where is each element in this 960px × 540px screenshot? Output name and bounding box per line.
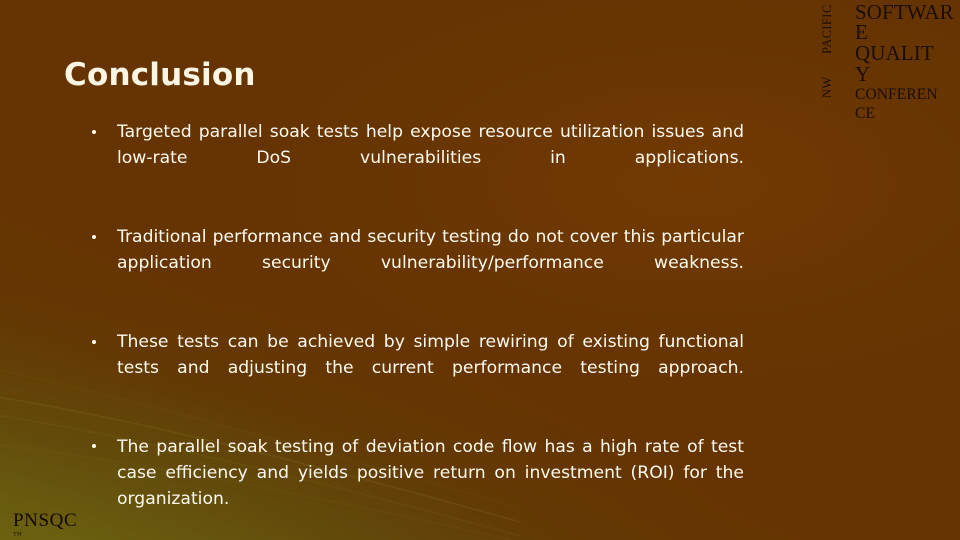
bullet-marker-icon (92, 339, 96, 344)
list-item: The parallel soak testing of deviation c… (86, 434, 744, 539)
conference-logo: PACIFIC NW SOFTWAR E QUALIT Y CONFEREN C… (820, 0, 960, 150)
conference-logo-line-3: QUALIT (855, 40, 934, 65)
bullet-list: Targeted parallel soak tests help expose… (86, 119, 744, 539)
presentation-slide: Conclusion Targeted parallel soak tests … (0, 0, 960, 540)
list-item: Traditional performance and security tes… (86, 224, 744, 303)
conference-logo-line-1: SOFTWAR (855, 0, 954, 24)
bullet-marker-icon (92, 234, 96, 239)
conference-logo-nw-text: NW (820, 76, 834, 98)
conference-logo-vertical-text: PACIFIC NW (820, 4, 854, 100)
list-item-text: Targeted parallel soak tests help expose… (117, 122, 744, 169)
conference-logo-wordmark: SOFTWAR E QUALIT Y CONFEREN CE (855, 0, 960, 124)
bullet-marker-icon (92, 129, 96, 134)
pnsqc-wordmark: PNSQC ™ (13, 511, 77, 540)
list-item: Targeted parallel soak tests help expose… (86, 119, 744, 198)
page-title: Conclusion (64, 57, 256, 93)
list-item-text: The parallel soak testing of deviation c… (117, 436, 744, 510)
conference-logo-line-4: Y (855, 62, 871, 87)
pnsqc-wordmark-text: PNSQC (13, 510, 78, 531)
conference-logo-line-5: CONFEREN (855, 85, 938, 103)
conference-logo-line-6: CE (855, 104, 876, 122)
conference-logo-pacific-text: PACIFIC (820, 4, 834, 54)
bullet-marker-icon (92, 444, 96, 449)
conference-logo-line-2: E (855, 19, 868, 44)
list-item-text: These tests can be achieved by simple re… (117, 331, 744, 379)
pnsqc-wordmark-subtext: ™ (13, 529, 23, 540)
list-item: These tests can be achieved by simple re… (86, 329, 744, 408)
list-item-text: Traditional performance and security tes… (117, 226, 744, 274)
